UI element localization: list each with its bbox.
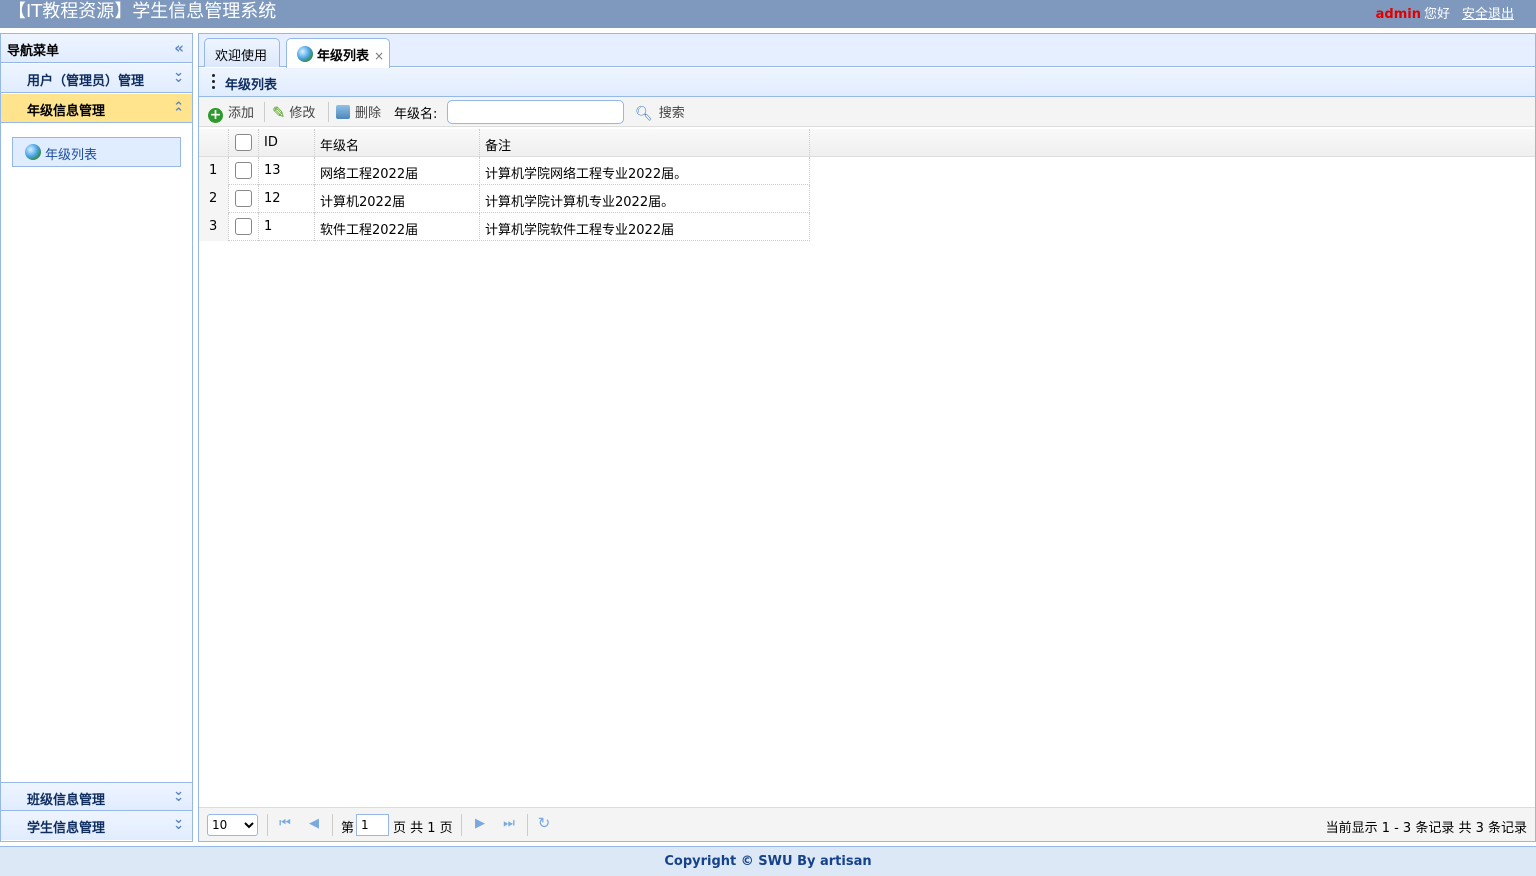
grid-panel-title: 年级列表 [199,68,1535,97]
table-row[interactable]: 3 1 软件工程2022届 计算机学院软件工程专业2022届 [199,213,810,241]
table-row[interactable]: 2 12 计算机2022届 计算机学院计算机专业2022届。 [199,185,810,213]
row-select-cell [229,157,259,185]
pager-divider [527,814,528,836]
refresh-icon[interactable]: ↻ [536,814,552,832]
pagination-bar: 10 20 30 ⏮ ◀ 第 页 共 1 页 ▶ ⏭ ↻ 当前显示 1 - 3 … [199,807,1535,841]
logout-link[interactable]: 安全退出 [1462,7,1514,22]
sidebar-item-grade-list[interactable]: 年级列表 [12,137,181,167]
row-select-cell [229,185,259,213]
sidebar-section-grades[interactable]: 年级信息管理 ⌃ ⌃ [1,94,192,123]
globe-icon [297,46,313,62]
user-name: admin [1375,7,1421,22]
edit-button[interactable]: ✎ 修改 [272,102,315,122]
tab-label: 欢迎使用 [215,49,268,64]
page-total-label: 页 共 1 页 [393,821,453,836]
delete-icon [336,105,350,119]
last-page-icon[interactable]: ⏭ [501,816,517,832]
main-panel: 欢迎使用 年级列表 × 年级列表 + 添加 ✎修改 删除 年级名: 🔍︎ 搜索 [198,33,1536,842]
tab-grade-list[interactable]: 年级列表 × [286,38,390,68]
toolbar-divider [264,102,265,122]
prev-page-icon[interactable]: ◀ [306,816,322,832]
close-icon[interactable]: × [374,49,384,63]
sidebar: 导航菜单 « 用户（管理员）管理 ⌄ ⌄ 年级信息管理 ⌃ ⌃ 年级列表 班级信息管… [0,33,193,842]
row-checkbox[interactable] [235,190,252,207]
toolbar-divider [328,102,329,122]
column-header-id[interactable]: ID [259,129,315,157]
copyright-text: Copyright © SWU By artisan [664,854,872,869]
table-row[interactable]: 1 13 网络工程2022届 计算机学院网络工程专业2022届。 [199,157,810,185]
more-vertical-icon [212,74,216,92]
column-header-name[interactable]: 年级名 [315,129,480,157]
cell-remark: 计算机学院计算机专业2022届。 [480,185,810,213]
cell-id: 12 [259,185,315,213]
pager-divider [267,814,268,836]
sidebar-section-classes[interactable]: 班级信息管理 ⌄ ⌄ [1,782,192,811]
select-all-checkbox[interactable] [235,134,252,151]
select-all-cell [229,129,259,157]
column-header-remark[interactable]: 备注 [480,129,810,157]
sidebar-section-label: 年级信息管理 [27,104,106,119]
app-title: 【IT教程资源】学生信息管理系统 [8,1,277,22]
grid-toolbar: + 添加 ✎ 修改 删除 年级名: 🔍︎ 搜索 [199,97,1535,127]
row-number: 2 [199,185,229,213]
sidebar-item-label: 年级列表 [45,148,98,163]
sidebar-section-label: 班级信息管理 [27,793,106,808]
search-button[interactable]: 🔍︎ 搜索 [635,102,685,122]
current-page-input[interactable] [356,814,389,836]
app-header: 【IT教程资源】学生信息管理系统 admin 您好 安全退出 [0,0,1536,28]
sidebar-section-label: 用户（管理员）管理 [27,74,145,89]
add-icon: + [208,107,223,123]
chevron-double-up-icon: ⌃ ⌃ [173,100,184,121]
edit-button-label: 修改 [289,106,316,121]
cell-name: 计算机2022届 [315,185,480,213]
globe-icon [25,144,41,160]
pager-info: 当前显示 1 - 3 条记录 共 3 条记录 [1325,821,1527,836]
rownum-header [199,129,229,157]
row-number: 1 [199,157,229,185]
tabs-bar: 欢迎使用 年级列表 × [199,34,1535,68]
grid-title-label: 年级列表 [225,78,278,93]
chevron-double-down-icon: ⌄ ⌄ [173,784,184,805]
add-button[interactable]: + 添加 [208,102,255,123]
cell-id: 1 [259,213,315,241]
row-select-cell [229,213,259,241]
chevron-double-down-icon: ⌄ ⌄ [173,812,184,833]
search-label: 年级名: [394,107,438,122]
grid-header: ID 年级名 备注 [199,129,1535,157]
chevron-double-down-icon: ⌄ ⌄ [173,65,184,86]
search-icon: 🔍︎ [635,106,653,122]
delete-button[interactable]: 删除 [336,102,381,122]
sidebar-section-users[interactable]: 用户（管理员）管理 ⌄ ⌄ [1,64,192,93]
sidebar-section-students[interactable]: 学生信息管理 ⌄ ⌄ [1,811,192,840]
pager-divider [332,814,333,836]
add-button-label: 添加 [228,106,255,121]
next-page-icon[interactable]: ▶ [472,816,488,832]
sidebar-title-label: 导航菜单 [7,44,60,59]
user-area: admin 您好 安全退出 [1376,3,1514,22]
delete-button-label: 删除 [355,106,382,121]
sidebar-title: 导航菜单 « [1,34,192,63]
cell-remark: 计算机学院软件工程专业2022届 [480,213,810,241]
collapse-double-left-icon[interactable]: « [174,39,184,57]
row-checkbox[interactable] [235,218,252,235]
grade-name-search-input[interactable] [447,100,624,124]
cell-name: 网络工程2022届 [315,157,480,185]
tab-label: 年级列表 [317,49,370,64]
tab-welcome[interactable]: 欢迎使用 [204,38,280,67]
sidebar-section-label: 学生信息管理 [27,821,106,836]
footer: Copyright © SWU By artisan [0,846,1536,876]
page-prefix-label: 第 [341,821,355,836]
row-number: 3 [199,213,229,241]
pencil-icon: ✎ [272,103,286,122]
first-page-icon[interactable]: ⏮ [277,816,293,832]
greeting-text: 您好 [1423,7,1450,22]
cell-name: 软件工程2022届 [315,213,480,241]
search-button-label: 搜索 [658,106,685,121]
cell-id: 13 [259,157,315,185]
row-checkbox[interactable] [235,162,252,179]
cell-remark: 计算机学院网络工程专业2022届。 [480,157,810,185]
pager-divider [461,814,462,836]
page-size-select[interactable]: 10 20 30 [207,814,258,836]
